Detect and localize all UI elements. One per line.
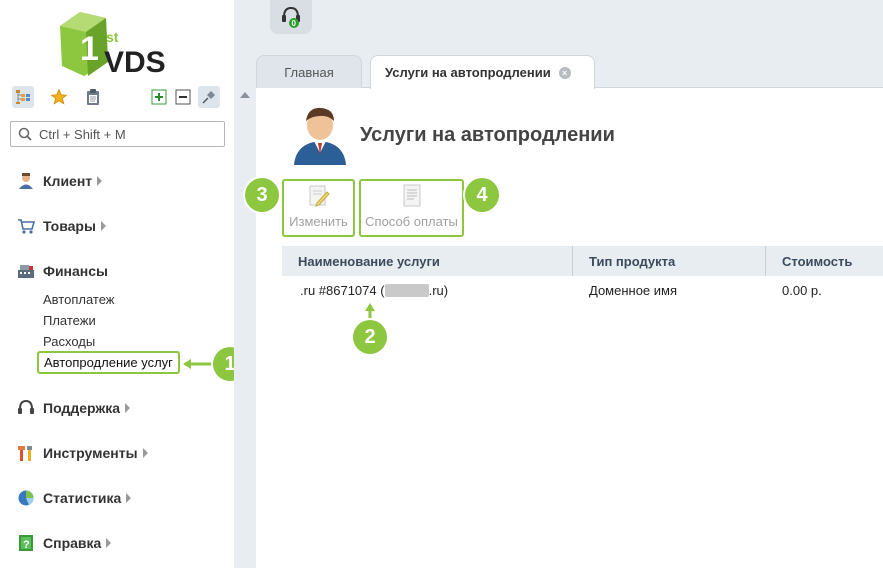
- sidebar-item-autopayment[interactable]: Автоплатеж: [43, 292, 115, 307]
- column-header-cost[interactable]: Стоимость: [766, 246, 883, 276]
- sidebar-item-expenses[interactable]: Расходы: [43, 334, 95, 349]
- headset-icon: [17, 399, 35, 417]
- tab-label: Услуги на автопродлении: [385, 65, 551, 80]
- tools-icon: [17, 444, 35, 462]
- clipboard-icon[interactable]: [82, 86, 104, 108]
- menu-group-label: Инструменты: [43, 445, 138, 461]
- close-icon[interactable]: ×: [558, 66, 571, 79]
- user-avatar-icon: [290, 103, 350, 165]
- payment-method-label: Способ оплаты: [365, 214, 458, 229]
- main-content: Услуги на автопродлении Изменить Способ …: [256, 89, 883, 568]
- search-box[interactable]: [10, 121, 225, 147]
- menu-group-help[interactable]: ? Справка: [17, 533, 112, 553]
- tab-autorenewal[interactable]: Услуги на автопродлении ×: [370, 55, 595, 89]
- search-input[interactable]: [39, 125, 219, 143]
- chevron-right-icon: [126, 493, 132, 503]
- column-header-service[interactable]: Наименование услуги: [282, 246, 573, 276]
- logo-cube-icon: 1 st VDS: [60, 12, 166, 79]
- table-header: Наименование услуги Тип продукта Стоимос…: [282, 246, 883, 276]
- service-name-suffix: .ru): [428, 283, 449, 298]
- menu-group-products[interactable]: Товары: [17, 216, 106, 236]
- tab-label: Главная: [284, 64, 334, 80]
- column-header-product-type[interactable]: Тип продукта: [573, 246, 766, 276]
- payment-method-button[interactable]: Способ оплаты: [359, 179, 464, 237]
- chevron-right-icon: [142, 448, 148, 458]
- cash-register-icon: [17, 262, 35, 280]
- collapse-all-icon[interactable]: [172, 86, 194, 108]
- callout-badge-2: 2: [353, 320, 387, 354]
- sidebar-toolbar: [12, 86, 224, 110]
- svg-text:VDS: VDS: [104, 46, 166, 78]
- menu-group-tools[interactable]: Инструменты: [17, 443, 148, 463]
- favorites-star-icon[interactable]: [48, 86, 70, 108]
- table-row[interactable]: .ru #8671074 ( .ru) Доменное имя 0.00 р.: [282, 276, 883, 306]
- cell-service: .ru #8671074 ( .ru): [282, 276, 573, 306]
- pie-chart-icon: [17, 489, 35, 507]
- sidebar: 1 st VDS Клиент: [0, 0, 234, 568]
- sidebar-splitter[interactable]: [234, 0, 256, 568]
- document-icon: [403, 184, 420, 207]
- tree-view-icon[interactable]: [12, 86, 34, 108]
- callout-badge-4: 4: [465, 178, 499, 212]
- logo[interactable]: 1 st VDS: [58, 10, 178, 79]
- menu-group-label: Клиент: [43, 173, 93, 189]
- menu-group-label: Справка: [43, 535, 102, 551]
- edit-button-label: Изменить: [289, 214, 348, 229]
- chevron-right-icon: [106, 538, 112, 548]
- menu-group-label: Статистика: [43, 490, 122, 506]
- client-icon: [17, 172, 35, 190]
- tab-bar: Главная Услуги на автопродлении ×: [256, 55, 883, 89]
- callout-badge-3: 3: [245, 178, 279, 212]
- chevron-right-icon: [97, 176, 103, 186]
- chevron-right-icon: [100, 221, 106, 231]
- edit-pencil-icon: [309, 185, 330, 207]
- headset-icon: 0: [282, 6, 300, 28]
- edit-button[interactable]: Изменить: [282, 179, 355, 237]
- support-button[interactable]: 0: [270, 0, 312, 34]
- menu-group-support[interactable]: Поддержка: [17, 398, 131, 418]
- help-book-icon: ?: [17, 534, 35, 552]
- top-bar: 0: [256, 0, 883, 55]
- sidebar-item-autorenewal[interactable]: Автопродление услуг: [37, 351, 180, 374]
- menu-group-label: Финансы: [43, 263, 108, 279]
- cell-cost: 0.00 р.: [782, 283, 822, 298]
- scroll-up-icon[interactable]: [240, 92, 250, 98]
- redacted-domain: [384, 284, 429, 297]
- menu-group-client[interactable]: Клиент: [17, 171, 103, 191]
- tab-home[interactable]: Главная: [256, 55, 362, 88]
- service-name-prefix: .ru #8671074 (: [300, 283, 385, 298]
- cart-icon: [17, 217, 35, 235]
- svg-text:1: 1: [80, 30, 99, 68]
- expand-all-icon[interactable]: [148, 86, 170, 108]
- sidebar-item-payments[interactable]: Платежи: [43, 313, 96, 328]
- menu-group-finance[interactable]: Финансы: [17, 261, 108, 281]
- pin-icon[interactable]: [198, 86, 220, 108]
- page-title: Услуги на автопродлении: [360, 124, 615, 146]
- search-icon: [18, 127, 32, 141]
- svg-text:?: ?: [23, 539, 30, 551]
- menu-group-label: Товары: [43, 218, 96, 234]
- callout-arrow-icon: [183, 359, 215, 369]
- menu-group-label: Поддержка: [43, 400, 121, 416]
- cell-product-type: Доменное имя: [589, 283, 678, 298]
- menu-group-statistics[interactable]: Статистика: [17, 488, 132, 508]
- chevron-right-icon: [125, 403, 131, 413]
- support-badge: 0: [292, 19, 297, 28]
- svg-text:st: st: [106, 29, 119, 45]
- services-table: Наименование услуги Тип продукта Стоимос…: [282, 246, 883, 306]
